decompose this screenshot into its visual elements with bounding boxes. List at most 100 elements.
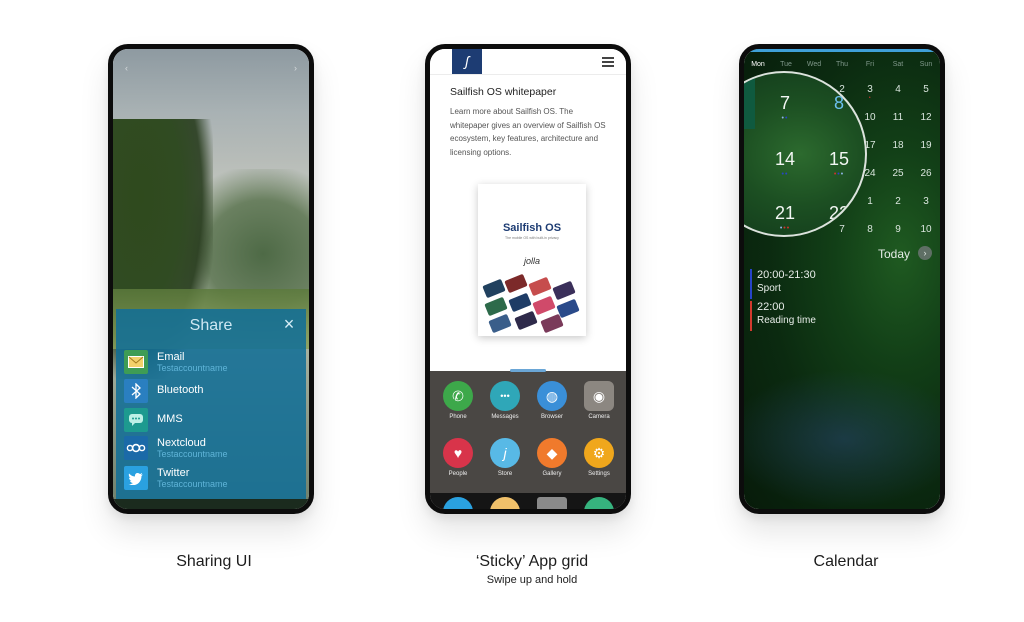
- weekday-label: Sun: [919, 61, 933, 68]
- cover-tile: [528, 276, 552, 297]
- share-item-mms[interactable]: MMS: [124, 408, 300, 434]
- calendar-day[interactable]: 11: [884, 112, 912, 123]
- caption-app-grid: ‘Sticky’ App grid: [475, 553, 589, 570]
- phone-calendar: Mon Tue Wed Thu Fri Sat Sun 2 3 • 4 5 10…: [739, 44, 945, 514]
- cover-tile: [504, 273, 528, 294]
- event-dots: •••: [779, 225, 791, 232]
- calendar-day[interactable]: 13: [744, 149, 751, 170]
- app-label: Phone: [449, 414, 467, 420]
- share-item-twitter[interactable]: Twitter Testaccountname: [124, 466, 300, 492]
- terminal-icon[interactable]: [537, 497, 567, 509]
- weekday-header: Mon Tue Wed Thu Fri Sat Sun: [744, 61, 940, 71]
- calendar-day[interactable]: 4: [884, 84, 912, 95]
- twitter-icon[interactable]: [443, 497, 473, 509]
- store-icon: j: [490, 438, 520, 468]
- cover-tile: [488, 313, 512, 334]
- calendar-day[interactable]: 7: [765, 93, 805, 114]
- share-panel: Share × Email Testaccountname Bluetooth …: [116, 309, 306, 502]
- share-item-label: Bluetooth: [157, 384, 204, 396]
- app-camera[interactable]: ◉ Camera: [579, 381, 619, 420]
- share-item-nextcloud[interactable]: Nextcloud Testaccountname: [124, 436, 300, 462]
- app-gallery[interactable]: ◆ Gallery: [532, 438, 572, 477]
- app-browser[interactable]: ◍ Browser: [532, 381, 572, 420]
- app-label: Messages: [491, 414, 519, 420]
- app-settings[interactable]: ⚙ Settings: [579, 438, 619, 477]
- phone-app-grid: ʃ Sailfish OS whitepaper Learn more abou…: [425, 44, 631, 514]
- calendar-day[interactable]: 19: [912, 140, 940, 151]
- calendar-day[interactable]: 8: [856, 224, 884, 235]
- app-icon[interactable]: [584, 497, 614, 509]
- cover-tile: [484, 296, 508, 317]
- share-item-label: Twitter: [157, 467, 190, 479]
- share-item-email[interactable]: Email Testaccountname: [124, 350, 300, 376]
- today-label[interactable]: Today: [878, 247, 910, 261]
- bottom-strip: [113, 499, 309, 509]
- cover-tile: [514, 310, 538, 331]
- calendar-day[interactable]: 26: [912, 168, 940, 179]
- sailfish-logo-icon[interactable]: ʃ: [452, 49, 482, 74]
- calendar-day[interactable]: 25: [884, 168, 912, 179]
- event-item[interactable]: 22:00 Reading time: [750, 301, 870, 331]
- page-title: Sailfish OS whitepaper: [450, 86, 557, 98]
- calendar-day[interactable]: 1: [856, 196, 884, 207]
- calendar-day[interactable]: 6: [739, 93, 744, 114]
- calendar-day[interactable]: 5: [912, 84, 940, 95]
- caption-calendar: Calendar: [813, 553, 879, 570]
- event-dots: ••: [739, 115, 744, 122]
- share-item-account: Testaccountname: [157, 449, 228, 459]
- calendar-day[interactable]: 12: [912, 112, 940, 123]
- cover-tile: [540, 313, 564, 334]
- calendar-day[interactable]: 10: [912, 224, 940, 235]
- hamburger-menu-icon[interactable]: [602, 57, 614, 67]
- share-item-account: Testaccountname: [157, 363, 228, 373]
- whitepaper-cover[interactable]: Sailfish OS The mobile OS with built-in …: [478, 184, 586, 336]
- app-dock: [430, 493, 626, 509]
- calendar-day[interactable]: 8: [819, 93, 859, 114]
- calendar-day[interactable]: 7: [828, 224, 856, 235]
- app-label: Browser: [540, 414, 563, 420]
- calendar-day[interactable]: 21: [765, 203, 805, 224]
- settings-icon: ⚙: [584, 438, 614, 468]
- calendar-day[interactable]: 22: [819, 203, 859, 224]
- calendar-day[interactable]: 14: [765, 149, 805, 170]
- calendar-day[interactable]: 9: [884, 224, 912, 235]
- app-messages[interactable]: ••• Messages: [485, 381, 525, 420]
- mms-icon: [124, 408, 148, 432]
- selected-day-highlight: [744, 73, 755, 129]
- calendar-day[interactable]: 2: [884, 196, 912, 207]
- weekday-label: Tue: [780, 61, 792, 68]
- app-label: Settings: [588, 471, 610, 477]
- app-icon[interactable]: [490, 497, 520, 509]
- close-icon[interactable]: ×: [280, 315, 298, 333]
- status-icon-right: ›: [294, 63, 297, 73]
- weekday-label: Thu: [835, 61, 849, 68]
- share-title: Share: [189, 317, 233, 334]
- app-people[interactable]: ♥ People: [438, 438, 478, 477]
- calendar-day[interactable]: 15: [819, 149, 859, 170]
- email-icon: [124, 350, 148, 374]
- calendar-day[interactable]: 3: [856, 84, 884, 95]
- share-item-label: MMS: [157, 413, 183, 425]
- cover-tile: [482, 278, 506, 299]
- calendar-day[interactable]: 18: [884, 140, 912, 151]
- nextcloud-icon: [124, 436, 148, 460]
- cover-subtitle: The mobile OS with built-in privacy: [505, 236, 559, 240]
- event-color-bar: [750, 269, 752, 299]
- app-label: People: [448, 471, 468, 477]
- app-store[interactable]: j Store: [485, 438, 525, 477]
- cover-tile: [532, 295, 556, 316]
- app-phone[interactable]: ✆ Phone: [438, 381, 478, 420]
- event-time: 22:00: [757, 301, 785, 313]
- grid-handle[interactable]: [510, 369, 546, 372]
- camera-icon: ◉: [584, 381, 614, 411]
- chevron-right-icon[interactable]: ›: [918, 246, 932, 260]
- calendar-day[interactable]: 20: [744, 203, 751, 224]
- calendar-magnifier: 6 •• 7 •• 8 13 14 •• 15 ••• 20 21 ••• 22: [739, 71, 867, 237]
- event-name: Sport: [757, 283, 781, 294]
- event-dot: •: [868, 95, 872, 101]
- browser-icon: ◍: [537, 381, 567, 411]
- event-item[interactable]: 20:00-21:30 Sport: [750, 269, 870, 299]
- event-name: Reading time: [757, 315, 816, 326]
- share-item-bluetooth[interactable]: Bluetooth: [124, 379, 300, 405]
- calendar-day[interactable]: 3: [912, 196, 940, 207]
